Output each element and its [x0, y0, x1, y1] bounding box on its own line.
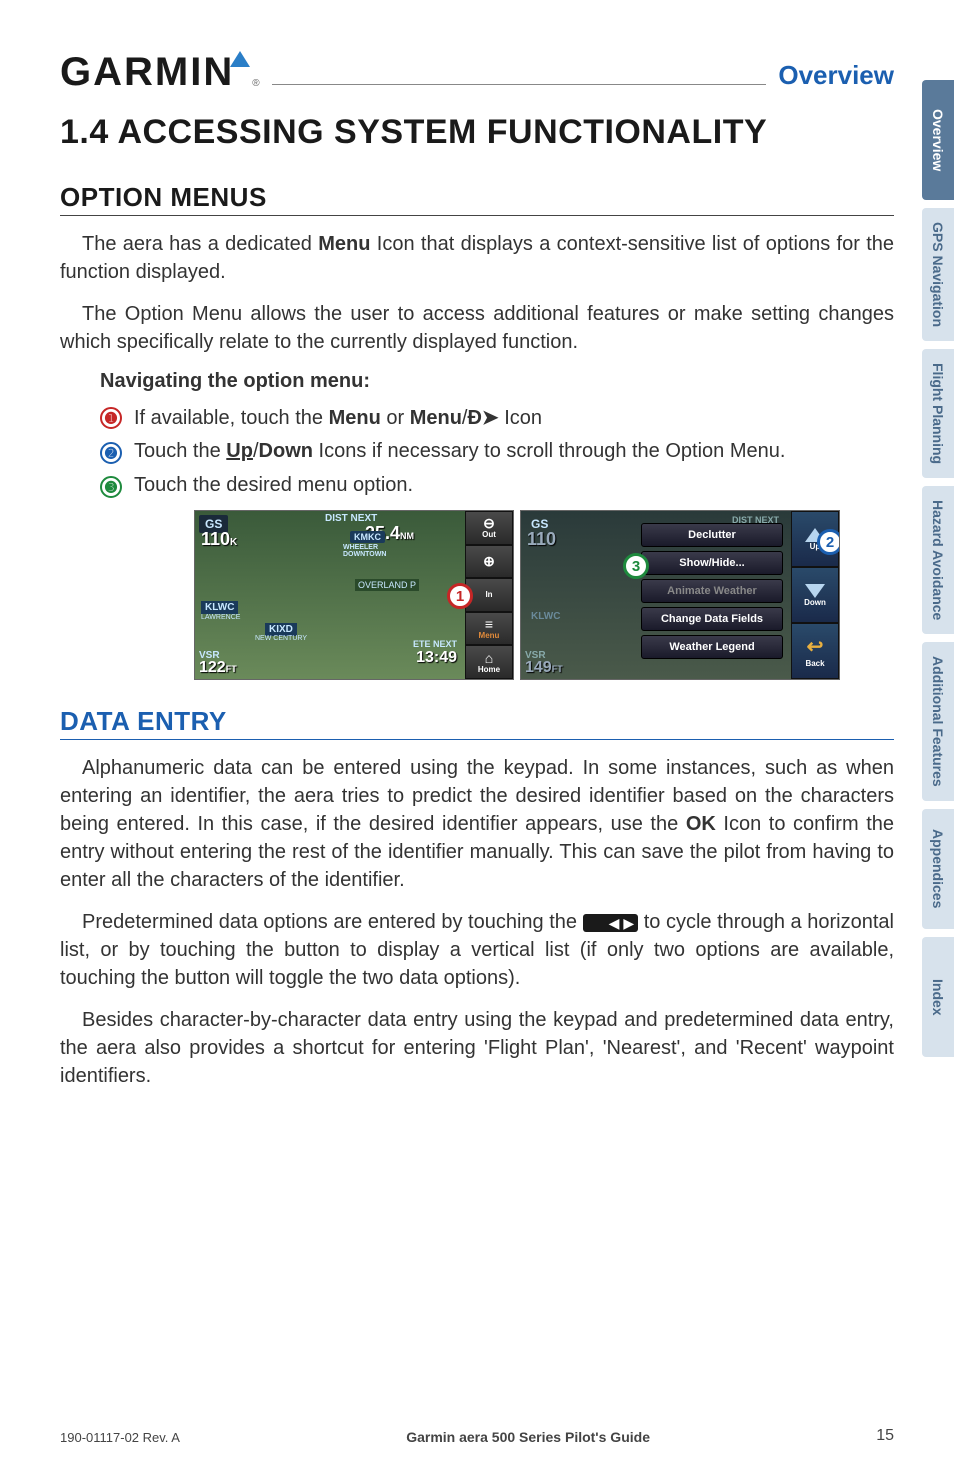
- option-menu-list: Declutter Show/Hide... Animate Weather C…: [641, 523, 783, 659]
- menu-icon: ≡: [485, 617, 493, 631]
- step-number-1-icon: ➊: [100, 407, 122, 429]
- ete-label: ETE NEXT: [413, 639, 457, 649]
- logo-text: GARMIN: [60, 50, 234, 95]
- zoom-out-button[interactable]: ⊖Out: [465, 511, 513, 545]
- callout-3-icon: 3: [623, 553, 649, 579]
- bold: Menu: [318, 233, 370, 255]
- direct-to-icon: Ð➤: [467, 405, 498, 430]
- page-header: GARMIN ® Overview: [60, 50, 894, 95]
- home-icon: ⌂: [485, 651, 493, 665]
- section-link-overview[interactable]: Overview: [778, 60, 894, 91]
- back-button[interactable]: ↩Back: [791, 623, 839, 679]
- step-3: ➌ Touch the desired menu option.: [100, 474, 894, 498]
- klwc-tag: KLWC: [201, 601, 238, 614]
- tab-gps-navigation[interactable]: GPS Navigation: [922, 208, 954, 341]
- text: The aera has a dedicated: [82, 233, 318, 255]
- navigating-heading: Navigating the option menu:: [100, 370, 894, 393]
- side-tabs: Overview GPS Navigation Flight Planning …: [922, 80, 954, 1057]
- step-2-text: Touch the Up/Down Icons if necessary to …: [134, 440, 785, 463]
- page-title: 1.4 ACCESSING SYSTEM FUNCTIONALITY: [60, 113, 894, 152]
- vsr-value: 122FT: [199, 659, 237, 677]
- kmkc-tag: KMKC: [350, 531, 385, 543]
- kmkc-sub: WHEELERDOWNTOWN: [343, 544, 386, 558]
- home-button[interactable]: ⌂Home: [465, 645, 513, 679]
- left-right-arrows-icon: ◀ ▶: [583, 914, 638, 932]
- tab-index[interactable]: Index: [922, 937, 954, 1057]
- tab-additional-features[interactable]: Additional Features: [922, 642, 954, 801]
- gs-value: 110K: [201, 529, 237, 550]
- option-menus-heading: OPTION MENUS: [60, 182, 894, 216]
- step-1-text: If available, touch the Menu or Menu/Ð➤ …: [134, 405, 542, 430]
- menu-declutter[interactable]: Declutter: [641, 523, 783, 547]
- steps-list: ➊ If available, touch the Menu or Menu/Ð…: [100, 405, 894, 498]
- callout-1-icon: 1: [447, 583, 473, 609]
- logo-registered: ®: [252, 78, 259, 89]
- vsr-value: 149FT: [525, 659, 563, 677]
- footer-title: Garmin aera 500 Series Pilot's Guide: [406, 1429, 650, 1445]
- menu-show-hide[interactable]: Show/Hide...: [641, 551, 783, 575]
- callout-2-icon: 2: [817, 529, 840, 555]
- data-entry-para3: Besides character-by-character data entr…: [60, 1006, 894, 1090]
- menu-button[interactable]: ≡Menu: [465, 612, 513, 646]
- footer-revision: 190-01117-02 Rev. A: [60, 1430, 180, 1445]
- option-menus-para1: The aera has a dedicated Menu Icon that …: [60, 230, 894, 286]
- page-footer: 190-01117-02 Rev. A Garmin aera 500 Seri…: [60, 1427, 894, 1445]
- tab-appendices[interactable]: Appendices: [922, 809, 954, 929]
- footer-page-number: 15: [876, 1427, 894, 1445]
- down-arrow-icon: [805, 584, 825, 598]
- step-3-text: Touch the desired menu option.: [134, 474, 413, 497]
- back-arrow-icon: ↩: [807, 634, 824, 659]
- plus-icon: ⊕: [483, 554, 495, 568]
- down-button[interactable]: Down: [791, 567, 839, 623]
- kixd-sub: NEW CENTURY: [255, 635, 307, 642]
- tab-hazard-avoidance[interactable]: Hazard Avoidance: [922, 486, 954, 634]
- menu-weather-legend[interactable]: Weather Legend: [641, 635, 783, 659]
- tab-flight-planning[interactable]: Flight Planning: [922, 349, 954, 478]
- screenshots-row: GS 110K DIST NEXT 25.4NM KMKC WHEELERDOW…: [140, 510, 894, 680]
- map-screenshot-left: GS 110K DIST NEXT 25.4NM KMKC WHEELERDOW…: [194, 510, 514, 680]
- step-1: ➊ If available, touch the Menu or Menu/Ð…: [100, 405, 894, 430]
- minus-icon: ⊖: [483, 516, 495, 530]
- gs-value: 110: [527, 529, 556, 550]
- zoom-button[interactable]: ⊕: [465, 545, 513, 579]
- klwc-sub: LAWRENCE: [201, 614, 240, 621]
- logo-triangle-icon: [230, 51, 250, 67]
- menu-screenshot-right: GS 110 DIST NEXT KLWC VSR 149FT Declutte…: [520, 510, 840, 680]
- menu-change-data-fields[interactable]: Change Data Fields: [641, 607, 783, 631]
- data-entry-para2: Predetermined data options are entered b…: [60, 908, 894, 992]
- tab-overview[interactable]: Overview: [922, 80, 954, 200]
- menu-animate-weather[interactable]: Animate Weather: [641, 579, 783, 603]
- overland-tag: OVERLAND P: [355, 579, 419, 591]
- step-2: ➋ Touch the Up/Down Icons if necessary t…: [100, 440, 894, 464]
- data-entry-heading: DATA ENTRY: [60, 706, 894, 740]
- klwc-tag: KLWC: [531, 611, 560, 622]
- ete-value: 13:49: [416, 649, 457, 667]
- option-menus-para2: The Option Menu allows the user to acces…: [60, 300, 894, 356]
- header-divider: [272, 84, 767, 85]
- step-number-2-icon: ➋: [100, 442, 122, 464]
- garmin-logo: GARMIN ®: [60, 50, 260, 95]
- data-entry-para1: Alphanumeric data can be entered using t…: [60, 754, 894, 894]
- step-number-3-icon: ➌: [100, 476, 122, 498]
